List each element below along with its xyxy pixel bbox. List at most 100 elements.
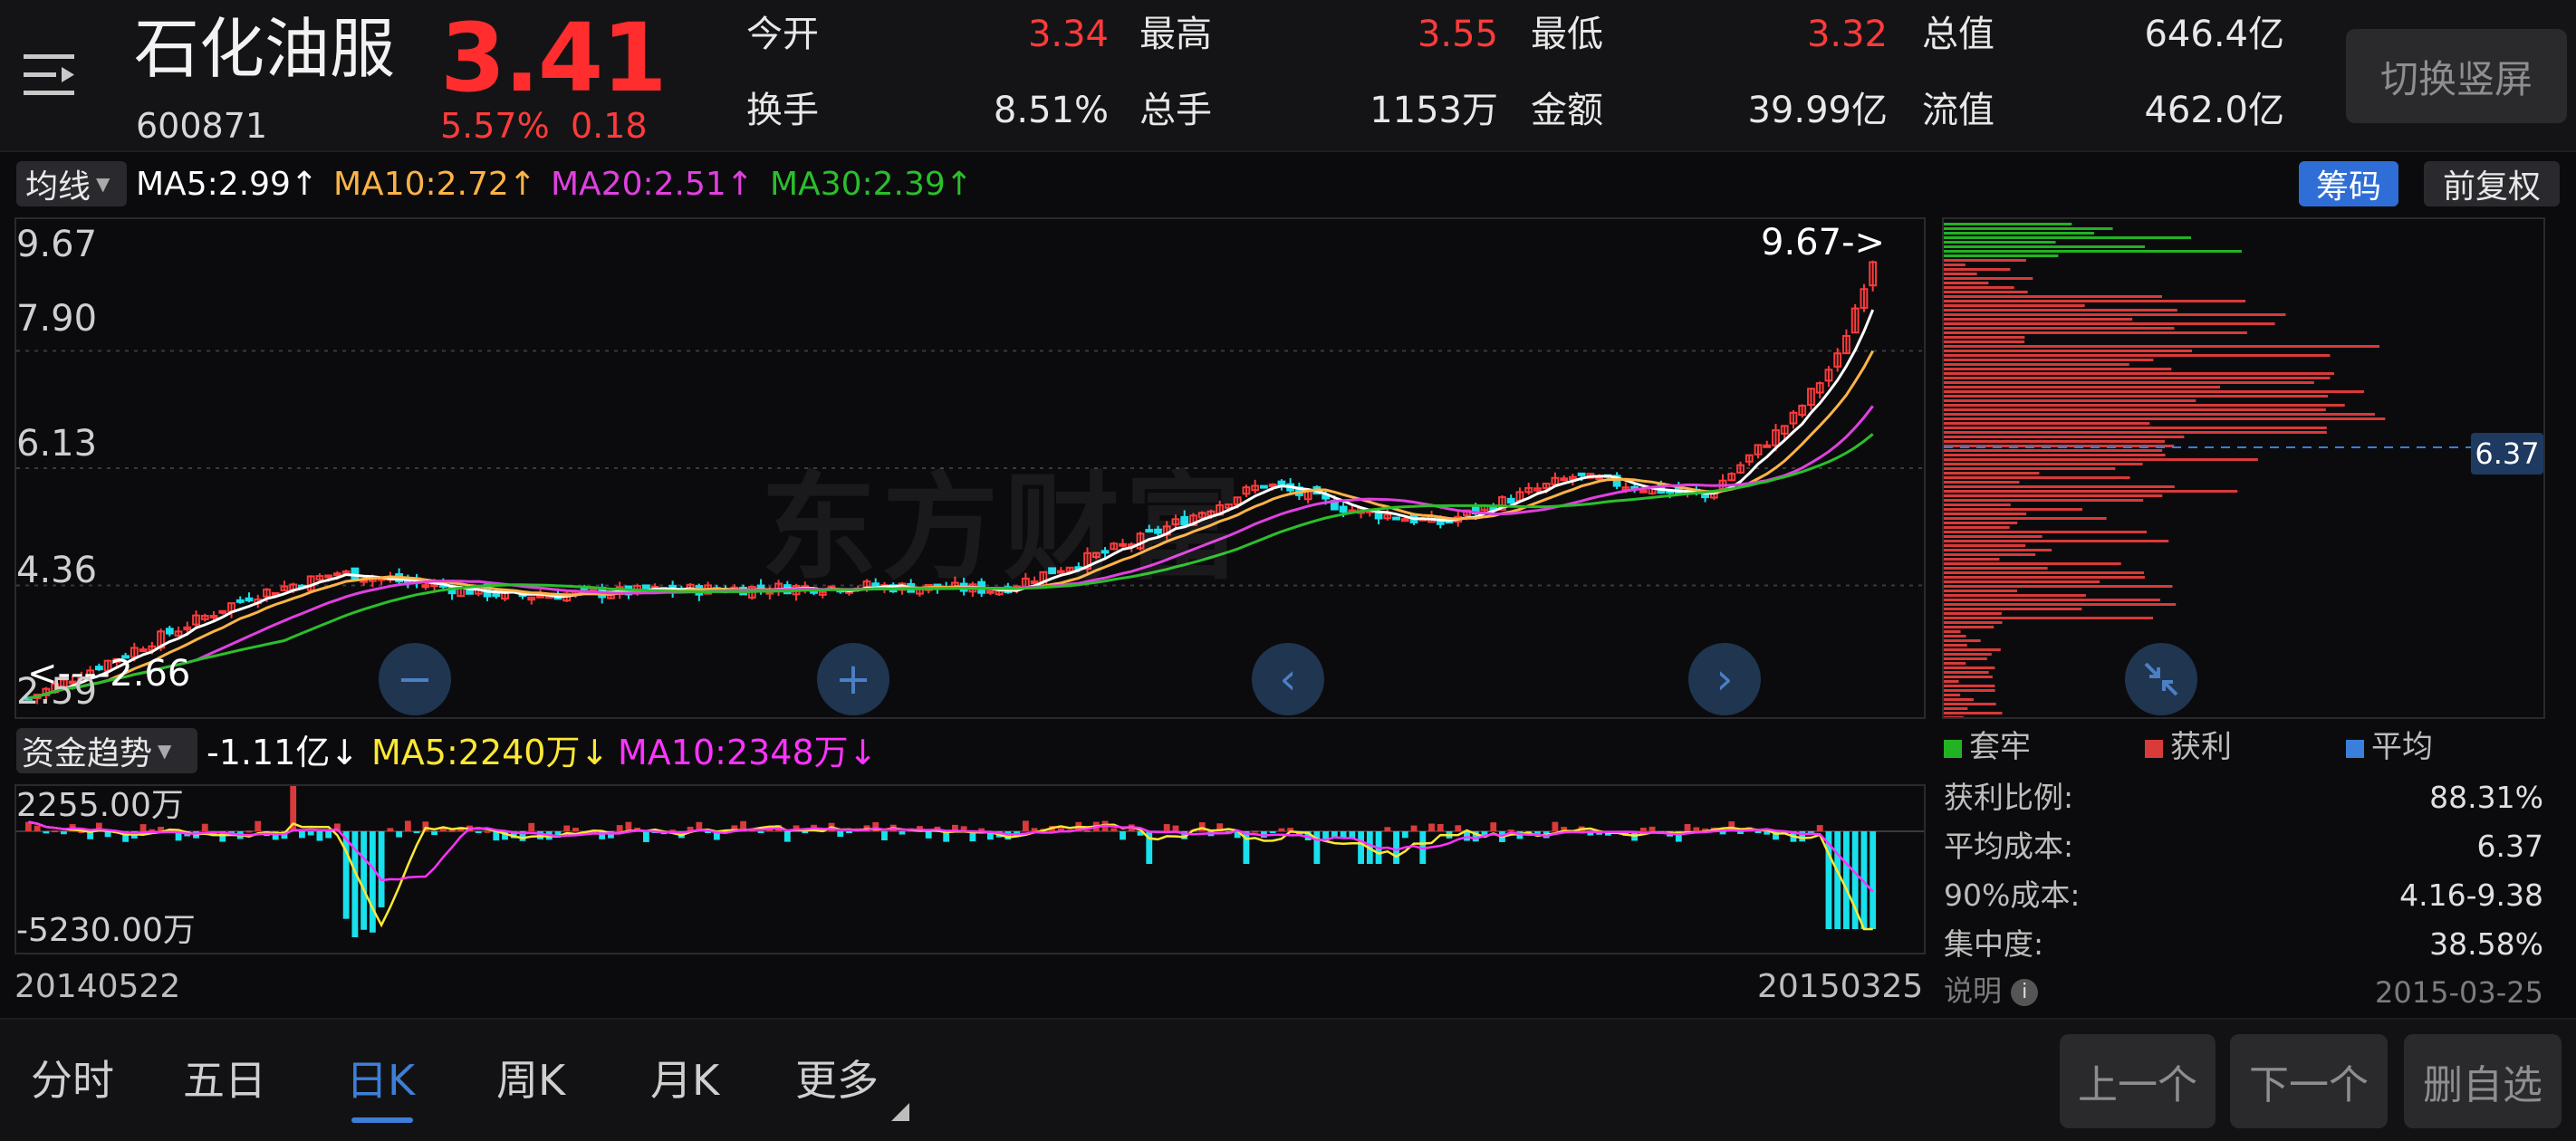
tab-five-day[interactable]: 五日	[183, 1060, 266, 1101]
fund-bar	[1278, 828, 1285, 831]
chip-bar	[1944, 236, 2191, 239]
fund-bar	[528, 822, 535, 831]
chip-bar	[1944, 449, 2163, 452]
chip-bar	[1944, 522, 2018, 524]
chip-bar	[1944, 630, 1961, 633]
chip-bar	[1944, 268, 2011, 271]
scroll-right-button[interactable]: ›	[1688, 643, 1761, 715]
triangle-down-icon: ▼	[96, 173, 111, 195]
chip-bar	[1944, 417, 2386, 420]
candle-body	[1400, 518, 1409, 523]
chip-bar	[1944, 603, 2177, 606]
fund-bar	[484, 830, 491, 833]
chip-bar	[1944, 300, 2246, 302]
quote-total-value: 646.4亿	[2144, 14, 2284, 55]
collapse-chips-button[interactable]	[2125, 643, 2197, 715]
chip-bar	[1944, 404, 2345, 407]
chip-bar	[1944, 639, 1981, 642]
zoom-in-button[interactable]: +	[817, 643, 889, 715]
zoom-out-button[interactable]: −	[379, 643, 451, 715]
fund-bar	[1639, 827, 1647, 831]
chip-bar	[1944, 458, 2258, 461]
candle-body	[341, 570, 351, 575]
chip-bar	[1944, 232, 2094, 235]
min-price-marker: <----2.66	[27, 653, 191, 695]
chip-bar	[1944, 331, 2247, 334]
quote-low-label: 最低	[1531, 14, 1603, 55]
price-axis-label: 7.90	[16, 298, 98, 340]
chip-bar	[1944, 562, 2121, 565]
chip-bar	[1944, 476, 2130, 479]
chip-bar	[1944, 685, 1995, 687]
fund-bar	[837, 831, 844, 838]
chip-bar	[1944, 422, 2150, 425]
average-cost-value: 6.37	[2476, 829, 2543, 864]
stock-code: 600871	[136, 106, 268, 146]
candle-body	[1763, 444, 1772, 448]
tab-monthly-k[interactable]: 月K	[650, 1060, 719, 1101]
tab-more[interactable]: 更多	[795, 1060, 879, 1101]
prev-stock-button[interactable]: 上一个	[2060, 1034, 2216, 1128]
chips-note-link[interactable]: 说明 i	[1944, 976, 2039, 1006]
chip-bar	[1944, 395, 2329, 398]
indicator-dropdown[interactable]: 均线 ▼	[16, 161, 127, 206]
next-stock-button[interactable]: 下一个	[2230, 1034, 2388, 1128]
fund-bar	[325, 831, 332, 839]
chip-bar	[1944, 580, 2100, 583]
fund-bar	[563, 825, 571, 831]
chip-bar	[1944, 644, 1967, 647]
candle-body	[139, 648, 148, 653]
fund-bar	[1410, 825, 1418, 831]
change-percent: 5.57%	[440, 106, 550, 146]
candle-body	[1577, 472, 1586, 476]
chip-bar	[1944, 241, 2056, 244]
fund-bar	[201, 823, 208, 831]
fund-bar	[34, 825, 41, 831]
fund-bar	[643, 831, 649, 842]
chip-bar	[1944, 286, 2014, 289]
tab-daily-k[interactable]: 日K	[346, 1060, 415, 1101]
chip-bar	[1944, 571, 2145, 574]
profit-ratio-label: 获利比例:	[1944, 780, 2074, 815]
active-tab-indicator	[351, 1117, 413, 1123]
menu-icon[interactable]	[24, 51, 78, 100]
chip-bar	[1944, 531, 2148, 533]
quote-low-value: 3.32	[1806, 14, 1888, 55]
chip-bar	[1944, 363, 2129, 366]
candle-body	[235, 599, 245, 603]
tab-weekly-k[interactable]: 周K	[496, 1060, 565, 1101]
fund-flow-chart[interactable]	[16, 786, 1924, 953]
scroll-left-button[interactable]: ‹	[1252, 643, 1324, 715]
switch-portrait-button[interactable]: 切换竖屏	[2346, 29, 2567, 123]
candle-body	[1506, 497, 1515, 504]
fund-trend-dropdown[interactable]: 资金趋势 ▼	[16, 728, 197, 773]
tab-intraday[interactable]: 分时	[31, 1060, 114, 1101]
chevron-right-icon: ›	[1716, 654, 1734, 705]
chip-bar	[1944, 558, 2000, 561]
forward-adjust-button[interactable]: 前复权	[2424, 161, 2560, 206]
fund-flow-axis-top: 2255.00万	[16, 787, 184, 824]
chips-button[interactable]: 筹码	[2299, 161, 2398, 206]
fund-bar	[1428, 823, 1435, 831]
chip-bar	[1944, 454, 2166, 456]
fund-bar	[139, 824, 147, 831]
quote-open-value: 3.34	[1027, 14, 1109, 55]
fund-bar	[431, 831, 437, 836]
candle-body	[245, 597, 254, 602]
indicator-dropdown-label: 均线	[25, 168, 91, 206]
fund-bar	[255, 820, 262, 831]
chip-bar	[1944, 295, 2163, 298]
fund-bar	[52, 830, 59, 833]
chip-legend-profit: 获利	[2145, 732, 2232, 762]
candle-body	[421, 584, 430, 589]
chip-bar	[1944, 277, 2033, 280]
fund-bar	[307, 831, 314, 836]
fund-bar	[60, 831, 67, 835]
remove-favorite-button[interactable]: 删自选	[2404, 1034, 2562, 1128]
chip-bar	[1944, 712, 2003, 714]
fund-bar	[802, 831, 809, 834]
candle-body	[165, 628, 174, 635]
chip-bar	[1944, 599, 2161, 601]
fund-bar	[925, 831, 932, 839]
chip-distribution-chart[interactable]	[1944, 219, 2543, 717]
